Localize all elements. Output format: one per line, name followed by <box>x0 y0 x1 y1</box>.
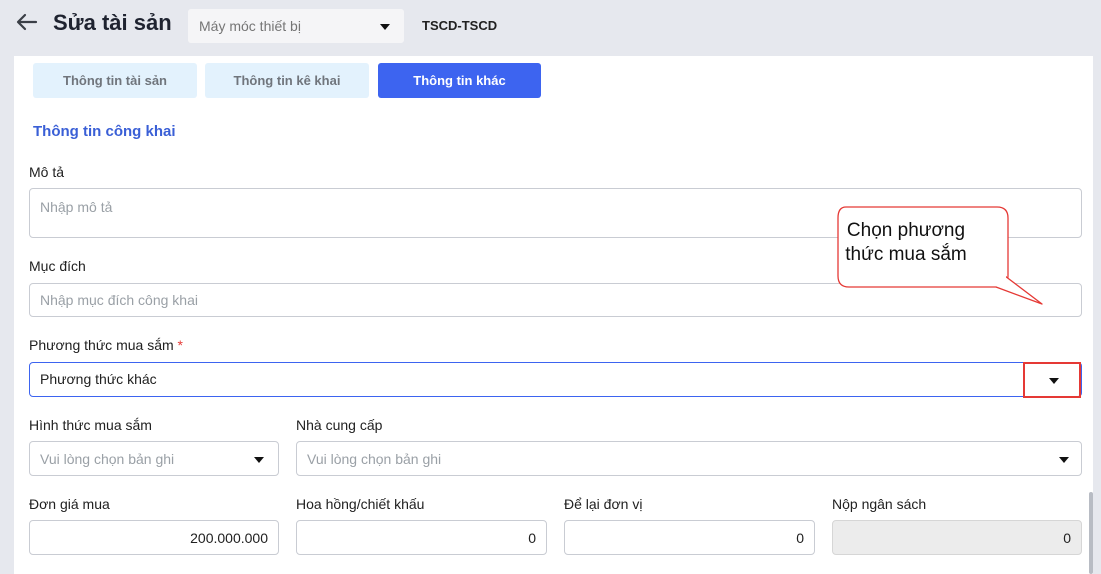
unit-price-label: Đơn giá mua <box>29 496 110 512</box>
unit-price-input[interactable]: 200.000.000 <box>29 520 279 555</box>
commission-value: 0 <box>528 530 536 546</box>
description-placeholder: Nhập mô tả <box>40 199 113 215</box>
description-label: Mô tả <box>29 164 65 180</box>
callout-line-1: Chọn phương <box>846 220 966 241</box>
purchase-method-label: Phương thức mua sắm * <box>29 337 183 353</box>
tab-asset-info[interactable]: Thông tin tài sản <box>33 63 197 98</box>
caret-down-icon <box>380 24 390 30</box>
purpose-label: Mục đích <box>29 258 86 274</box>
purchase-method-select[interactable]: Phương thức khác <box>29 362 1082 398</box>
caret-down-icon <box>254 457 264 463</box>
section-title: Thông tin công khai <box>33 123 176 140</box>
budget-payment-value: 0 <box>1063 530 1071 546</box>
caret-down-icon <box>1049 378 1059 384</box>
supplier-label: Nhà cung cấp <box>296 417 383 433</box>
purchase-method-label-text: Phương thức mua sắm <box>29 337 174 353</box>
callout-text: Chọn phương thức mua sắm <box>824 219 988 267</box>
required-mark: * <box>177 337 183 353</box>
arrow-left-icon[interactable] <box>14 10 40 34</box>
page-title: Sửa tài sản <box>53 10 172 35</box>
commission-input[interactable]: 0 <box>296 520 547 555</box>
budget-payment-label: Nộp ngân sách <box>832 496 927 512</box>
callout-line-2: thức mua sắm <box>845 244 967 265</box>
unit-price-value: 200.000.000 <box>190 530 268 546</box>
scrollbar[interactable] <box>1087 56 1093 574</box>
purchase-method-dropdown-button[interactable] <box>1023 362 1081 398</box>
page-header: Sửa tài sản Máy móc thiết bị TSCD-TSCD <box>0 0 1101 56</box>
caret-down-icon <box>1059 457 1069 463</box>
retained-unit-input[interactable]: 0 <box>564 520 815 555</box>
retained-unit-value: 0 <box>796 530 804 546</box>
supplier-placeholder: Vui lòng chọn bản ghi <box>307 451 442 467</box>
scroll-thumb[interactable] <box>1089 492 1093 574</box>
purchase-form-label: Hình thức mua sắm <box>29 417 152 433</box>
supplier-select[interactable]: Vui lòng chọn bản ghi <box>296 441 1082 476</box>
purchase-form-select[interactable]: Vui lòng chọn bản ghi <box>29 441 279 476</box>
purchase-form-placeholder: Vui lòng chọn bản ghi <box>40 451 175 467</box>
budget-payment-input: 0 <box>832 520 1082 555</box>
retained-unit-label: Để lại đơn vị <box>564 496 643 512</box>
asset-code: TSCD-TSCD <box>422 18 498 33</box>
asset-category-select[interactable]: Máy móc thiết bị <box>188 9 404 43</box>
tab-other-info[interactable]: Thông tin khác <box>378 63 541 98</box>
purpose-placeholder: Nhập mục đích công khai <box>40 292 198 308</box>
form-panel: Thông tin tài sản Thông tin kê khai Thôn… <box>14 56 1093 574</box>
purchase-method-value: Phương thức khác <box>40 371 157 387</box>
asset-category-value: Máy móc thiết bị <box>199 18 301 34</box>
commission-label: Hoa hồng/chiết khấu <box>296 496 425 512</box>
tab-declaration-info[interactable]: Thông tin kê khai <box>205 63 369 98</box>
